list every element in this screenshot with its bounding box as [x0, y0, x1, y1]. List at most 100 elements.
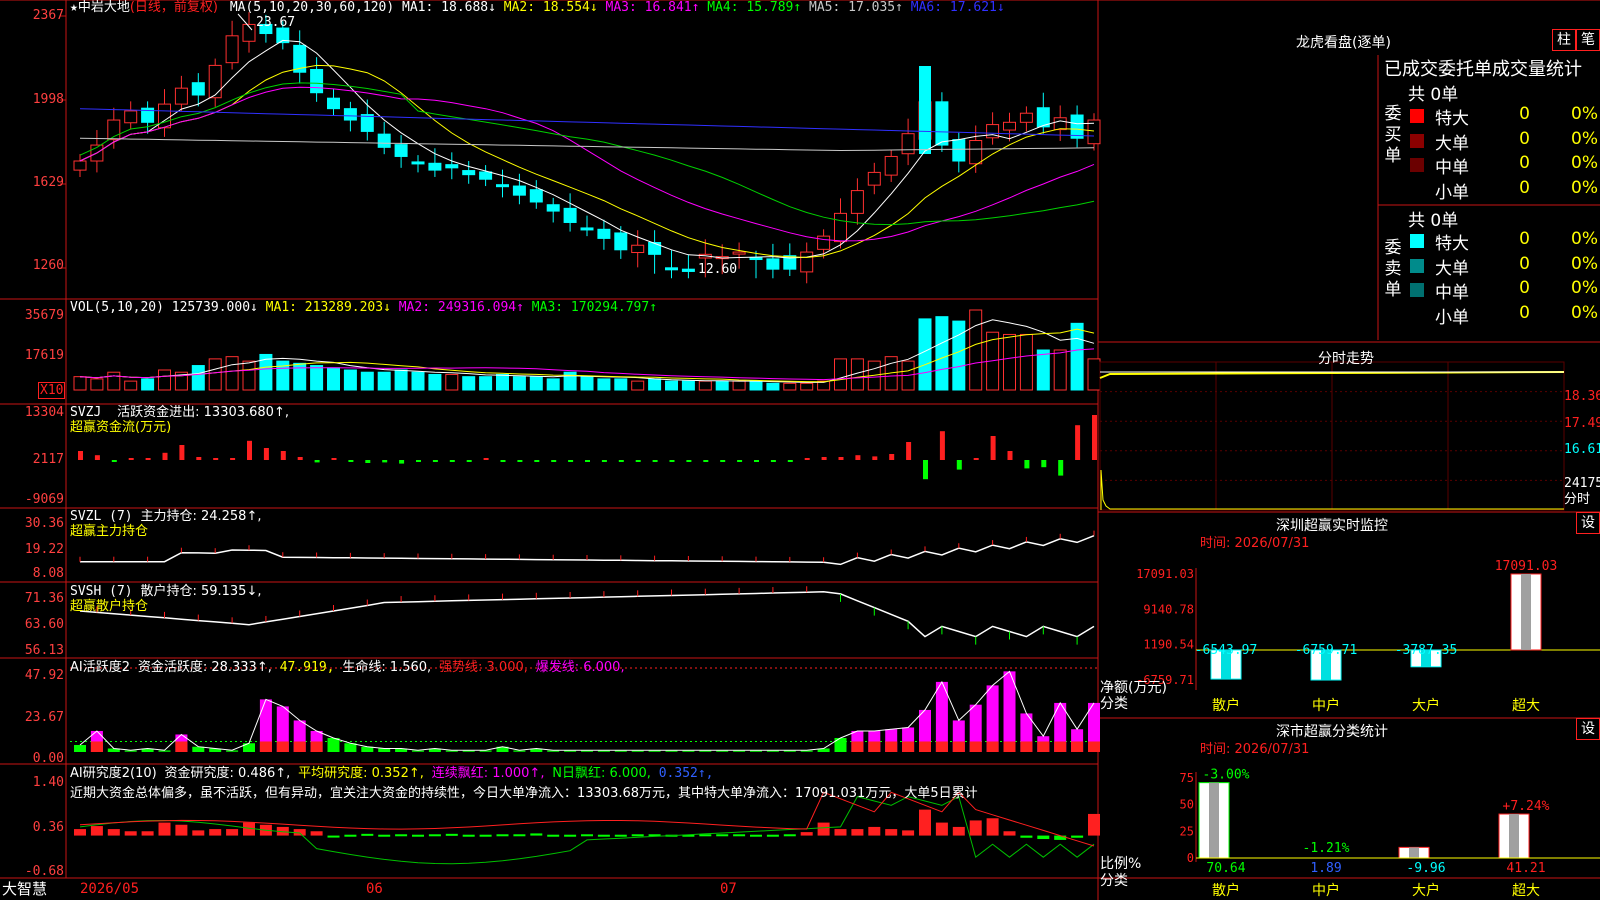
ai-active-base — [1088, 741, 1100, 752]
ai-research-bar — [733, 834, 746, 837]
candle-body — [580, 227, 594, 231]
ai-research-bar — [766, 834, 779, 837]
candle-body — [1019, 112, 1033, 123]
brand-logo[interactable]: 大智慧 — [2, 882, 47, 897]
volume-bar — [969, 309, 983, 391]
ai-research-bar — [986, 818, 999, 836]
ai-active-base — [1054, 741, 1067, 752]
candle-body — [191, 82, 205, 96]
intraday-axis-1: 18.36 — [1564, 389, 1600, 404]
ai-research-bar — [952, 826, 965, 836]
svsh-label: SVSH (7) — [70, 584, 133, 599]
sz-class-cat: 超大 — [1512, 883, 1540, 899]
star-icon[interactable]: ★ — [70, 0, 78, 15]
flow-bar — [230, 458, 236, 460]
ai-research-nred: N日飘红: 6.000, — [552, 766, 651, 781]
sz-class-axis-label: 25 — [1180, 824, 1194, 838]
sz-class-settings-button[interactable]: 设 — [1576, 718, 1600, 740]
tick-view-button[interactable]: 笔 — [1576, 29, 1600, 51]
sz-monitor-side-label: 净额(万元) — [1100, 680, 1167, 696]
ai-active-v4: 强势线: 3.000, — [439, 660, 528, 675]
ai-research-bar — [783, 834, 796, 837]
candle-body — [597, 228, 611, 239]
flow-bar — [517, 460, 523, 462]
flow-bar — [314, 460, 320, 463]
ai-active-base — [969, 741, 982, 752]
ai-active-base — [902, 741, 915, 752]
volume-bar — [158, 369, 171, 391]
dragon-columns: 已成交委托单成交量统计 — [1384, 59, 1582, 80]
sz-monitor-cat: 中户 — [1312, 697, 1340, 714]
ai-research-bar — [226, 829, 239, 836]
volume-bar — [715, 380, 729, 391]
sz-class-bar-shade — [1409, 847, 1419, 858]
flow-bar — [906, 442, 912, 460]
volume-bar — [377, 371, 391, 391]
ai-active-bar — [1003, 671, 1016, 752]
ai-research-bar — [90, 826, 103, 836]
candle-body — [546, 204, 560, 212]
candle-body — [952, 139, 966, 162]
ma-value-3: MA3: 16.841↑ — [605, 0, 708, 15]
volume-bar — [90, 378, 104, 391]
ai-research-bar — [851, 829, 864, 836]
ai-active-v3: 生命线: 1.560, — [342, 660, 432, 675]
ai-active-base — [885, 741, 898, 752]
flow-bar — [179, 445, 185, 460]
ai-research-bar — [919, 809, 931, 836]
sz-class-time: 时间: 2026/07/31 — [1200, 742, 1310, 757]
vol-ma1: MA1: 213289.203↓ — [265, 300, 391, 315]
flow-bar — [500, 460, 506, 462]
kline-chart-area[interactable]: 17091.03 9140.78 1190.54 -6759.71 -6543.97 散户… — [0, 0, 1600, 900]
sz-class-change: +7.24% — [1503, 799, 1550, 814]
ai-active-v2: 47.919, — [279, 660, 335, 675]
ai-active-base — [935, 741, 948, 752]
dragon-row-pct: 0% — [1571, 229, 1598, 249]
volume-bar — [648, 378, 662, 391]
flow-bar — [365, 460, 371, 463]
ma-label: MA(5,10,20,30,60,120) — [229, 0, 395, 15]
ma-value-4: MA4: 15.789↑ — [707, 0, 810, 15]
sz-class-value: 1.89 — [1310, 861, 1341, 876]
flow-bar — [297, 457, 303, 460]
flow-bar — [889, 454, 895, 460]
ai-research-comment: 近期大资金总体偏多，虽不活跃，但有异动，宜关注大资金的持续性，今日大单净流入：1… — [70, 786, 978, 801]
volume-bar — [935, 316, 949, 391]
candle-body — [935, 101, 949, 146]
sz-monitor-settings-button[interactable]: 设 — [1576, 512, 1600, 534]
ai-research-bar — [868, 826, 881, 836]
sz-class-bar-shade — [1209, 782, 1219, 858]
vol-ma3: MA3: 170294.797↑ — [531, 300, 658, 315]
flow-bar — [432, 460, 438, 462]
svzl-label: SVZL (7) — [70, 509, 133, 524]
ai-research-bar — [361, 833, 374, 836]
ai-research-bar — [817, 822, 830, 836]
dragon-row-val: 0 — [1519, 153, 1530, 173]
volume-bar — [1036, 349, 1050, 391]
sz-class-bar-shade — [1509, 814, 1519, 858]
volume-bar — [310, 365, 324, 391]
volume-bar — [141, 378, 155, 391]
candle-body — [377, 133, 391, 148]
volume-bar — [529, 376, 543, 391]
flow-bar — [483, 458, 489, 460]
svsh-axis-1: 71.36 — [24, 591, 64, 606]
flow-bar — [94, 455, 100, 460]
ai-research-bar — [462, 834, 475, 837]
sz-monitor-title: 深圳超赢实时监控 — [1276, 518, 1388, 534]
candle-body — [310, 68, 324, 94]
candle-body — [445, 164, 459, 169]
dragon-row-val: 0 — [1519, 253, 1530, 274]
price-low-mark: 12.60 — [698, 262, 738, 277]
dragon-row-pct: 0% — [1571, 253, 1598, 274]
candle-body — [919, 66, 931, 154]
column-view-button[interactable]: 柱 — [1552, 29, 1576, 51]
candle-body — [327, 97, 340, 110]
vol-value: 125739.000↓ — [171, 300, 258, 315]
flow-bar — [635, 460, 641, 462]
ai-research-title: 资金研究度: 0.486↑, — [164, 766, 291, 781]
volume-bar — [1003, 333, 1016, 391]
flow-bar — [956, 460, 962, 470]
flow-bar — [973, 458, 979, 460]
candle-body — [529, 189, 543, 203]
